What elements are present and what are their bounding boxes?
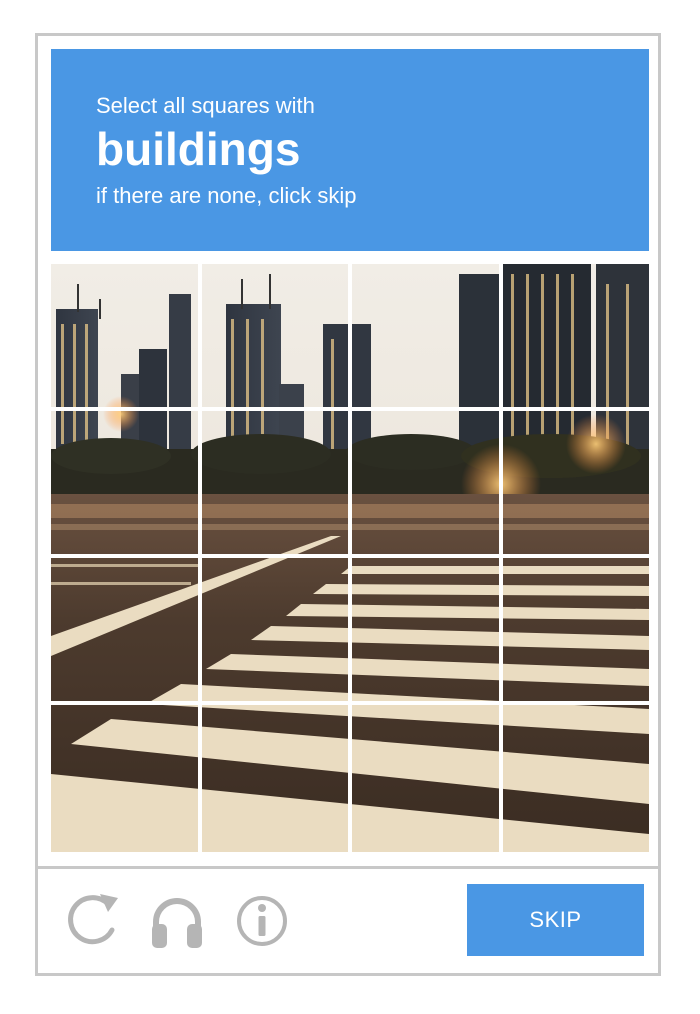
reload-icon[interactable] <box>64 890 122 952</box>
headphones-icon[interactable] <box>148 890 206 952</box>
grid-tile[interactable] <box>201 411 348 555</box>
grid-tile[interactable] <box>502 705 649 849</box>
image-grid <box>51 264 649 852</box>
grid-tile[interactable] <box>51 705 198 849</box>
grid-divider <box>51 701 649 705</box>
grid-tile[interactable] <box>351 411 498 555</box>
grid-tile[interactable] <box>351 705 498 849</box>
challenge-header: Select all squares with buildings if the… <box>51 49 649 251</box>
grid-tile[interactable] <box>502 558 649 702</box>
grid-tile[interactable] <box>351 558 498 702</box>
info-icon[interactable] <box>233 890 291 952</box>
grid-divider <box>348 264 352 852</box>
instruction-text: Select all squares with <box>96 93 315 118</box>
grid-divider <box>51 407 649 411</box>
grid-tile[interactable] <box>351 264 498 408</box>
grid-tile[interactable] <box>201 264 348 408</box>
grid-tile[interactable] <box>502 411 649 555</box>
grid-tile[interactable] <box>201 705 348 849</box>
grid-divider <box>51 554 649 558</box>
grid-tile[interactable] <box>51 411 198 555</box>
grid-tile[interactable] <box>201 558 348 702</box>
grid-tile[interactable] <box>51 264 198 408</box>
skip-button[interactable]: SKIP <box>467 884 644 956</box>
grid-tile[interactable] <box>51 558 198 702</box>
hint-text: if there are none, click skip <box>96 183 357 208</box>
grid-tile[interactable] <box>502 264 649 408</box>
footer-divider <box>38 866 658 869</box>
grid-divider <box>198 264 202 852</box>
target-keyword: buildings <box>96 123 301 175</box>
grid-divider <box>499 264 503 852</box>
